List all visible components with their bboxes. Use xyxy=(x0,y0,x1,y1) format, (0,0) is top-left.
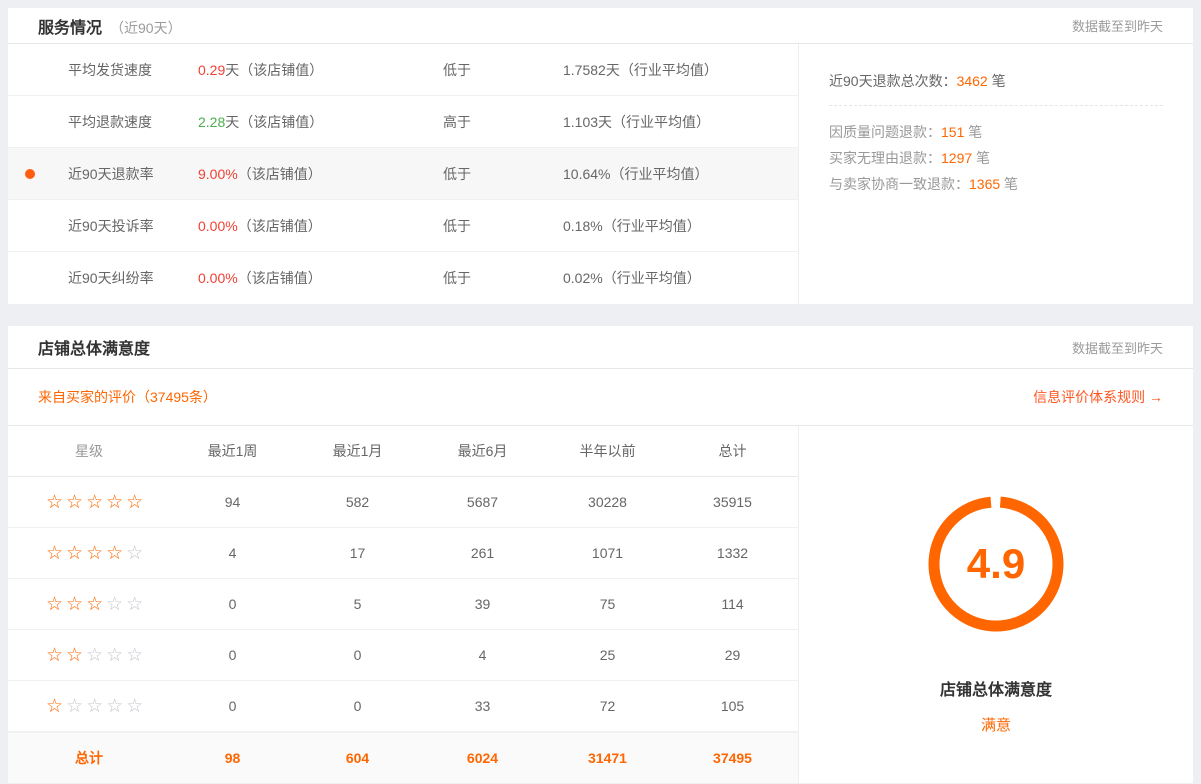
service-subtitle: （近90天） xyxy=(110,18,182,38)
service-title: 服务情况 xyxy=(38,14,102,38)
satisfaction-title: 店铺总体满意度 xyxy=(38,335,150,359)
arrow-right-icon: → xyxy=(1149,389,1163,405)
col-header-stars: 星级 xyxy=(8,441,170,461)
metric-label: 近90天纠纷率 xyxy=(8,268,198,288)
gauge-status: 满意 xyxy=(981,714,1011,735)
shop-value: 0.00%（该店铺值） xyxy=(198,268,388,288)
rating-table: 星级 最近1周 最近1月 最近6月 半年以前 总计 ☆☆☆☆☆ 94 582 5… xyxy=(8,426,798,783)
metric-label: 平均发货速度 xyxy=(8,60,198,80)
rating-row-4-star: ☆☆☆☆☆ 4 17 261 1071 1332 xyxy=(8,528,798,579)
service-row-shipping-speed: 平均发货速度 0.29天（该店铺值） 低于 1.7582天（行业平均值） xyxy=(8,44,798,96)
col-header-total: 总计 xyxy=(670,441,795,461)
buyer-reviews-link[interactable]: 来自买家的评价（37495条） xyxy=(38,387,217,407)
star-rating-icon: ☆☆☆☆☆ xyxy=(8,491,170,513)
service-metrics-table: 平均发货速度 0.29天（该店铺值） 低于 1.7582天（行业平均值） 平均退… xyxy=(8,44,798,304)
service-card-header: 服务情况 （近90天） 数据截至到昨天 xyxy=(8,8,1193,44)
col-header-week: 最近1周 xyxy=(170,441,295,461)
industry-value: 1.103天（行业平均值） xyxy=(528,112,798,132)
industry-value: 0.02%（行业平均值） xyxy=(528,268,798,288)
satisfaction-updated-note: 数据截至到昨天 xyxy=(1072,338,1163,357)
refund-summary-panel: 近90天退款总次数：3462 笔 因质量问题退款：151 笔 买家无理由退款：1… xyxy=(798,44,1193,304)
review-bar: 来自买家的评价（37495条） 信息评价体系规则 → xyxy=(8,369,1193,426)
service-row-complaint-rate: 近90天投诉率 0.00%（该店铺值） 低于 0.18%（行业平均值） xyxy=(8,200,798,252)
total-label: 总计 xyxy=(8,748,170,768)
industry-value: 10.64%（行业平均值） xyxy=(528,164,798,184)
col-header-older: 半年以前 xyxy=(545,441,670,461)
comparator: 低于 xyxy=(388,216,528,236)
active-row-dot-icon xyxy=(25,169,35,179)
industry-value: 0.18%（行业平均值） xyxy=(528,216,798,236)
satisfaction-card-header: 店铺总体满意度 数据截至到昨天 xyxy=(8,326,1193,369)
refund-total-line: 近90天退款总次数：3462 笔 xyxy=(829,71,1163,91)
star-rating-icon: ☆☆☆☆☆ xyxy=(8,695,170,717)
shop-value: 0.29天（该店铺值） xyxy=(198,60,388,80)
industry-value: 1.7582天（行业平均值） xyxy=(528,60,798,80)
rating-row-1-star: ☆☆☆☆☆ 0 0 33 72 105 xyxy=(8,681,798,732)
service-row-dispute-rate: 近90天纠纷率 0.00%（该店铺值） 低于 0.02%（行业平均值） xyxy=(8,252,798,304)
comparator: 高于 xyxy=(388,112,528,132)
service-updated-note: 数据截至到昨天 xyxy=(1072,16,1163,35)
shop-value: 0.00%（该店铺值） xyxy=(198,216,388,236)
service-card: 服务情况 （近90天） 数据截至到昨天 平均发货速度 0.29天（该店铺值） 低… xyxy=(8,8,1193,304)
star-rating-icon: ☆☆☆☆☆ xyxy=(8,593,170,615)
comparator: 低于 xyxy=(388,60,528,80)
dashed-divider xyxy=(829,105,1163,106)
rating-row-3-star: ☆☆☆☆☆ 0 5 39 75 114 xyxy=(8,579,798,630)
metric-label: 近90天退款率 xyxy=(8,164,198,184)
gauge-label: 店铺总体满意度 xyxy=(940,676,1052,700)
satisfaction-gauge-panel: 4.9 店铺总体满意度 满意 xyxy=(798,426,1193,783)
col-header-month: 最近1月 xyxy=(295,441,420,461)
metric-label: 近90天投诉率 xyxy=(8,216,198,236)
rating-table-header: 星级 最近1周 最近1月 最近6月 半年以前 总计 xyxy=(8,426,798,477)
star-rating-icon: ☆☆☆☆☆ xyxy=(8,644,170,666)
satisfaction-score: 4.9 xyxy=(926,494,1066,634)
rating-row-5-star: ☆☆☆☆☆ 94 582 5687 30228 35915 xyxy=(8,477,798,528)
satisfaction-card: 店铺总体满意度 数据截至到昨天 来自买家的评价（37495条） 信息评价体系规则… xyxy=(8,326,1193,783)
rating-rules-link[interactable]: 信息评价体系规则 → xyxy=(1033,387,1163,407)
metric-label: 平均退款速度 xyxy=(8,112,198,132)
star-rating-icon: ☆☆☆☆☆ xyxy=(8,542,170,564)
shop-value: 9.00%（该店铺值） xyxy=(198,164,388,184)
shop-value: 2.28天（该店铺值） xyxy=(198,112,388,132)
service-row-refund-speed: 平均退款速度 2.28天（该店铺值） 高于 1.103天（行业平均值） xyxy=(8,96,798,148)
refund-reason-no-reason: 买家无理由退款：1297 笔 xyxy=(829,145,1163,171)
rating-row-2-star: ☆☆☆☆☆ 0 0 4 25 29 xyxy=(8,630,798,681)
comparator: 低于 xyxy=(388,164,528,184)
service-row-refund-rate[interactable]: 近90天退款率 9.00%（该店铺值） 低于 10.64%（行业平均值） xyxy=(8,148,798,200)
score-ring-gauge: 4.9 xyxy=(926,494,1066,634)
col-header-6months: 最近6月 xyxy=(420,441,545,461)
comparator: 低于 xyxy=(388,268,528,288)
refund-reason-negotiated: 与卖家协商一致退款：1365 笔 xyxy=(829,171,1163,197)
rating-total-row: 总计 98 604 6024 31471 37495 xyxy=(8,732,798,783)
refund-reason-quality: 因质量问题退款：151 笔 xyxy=(829,119,1163,145)
